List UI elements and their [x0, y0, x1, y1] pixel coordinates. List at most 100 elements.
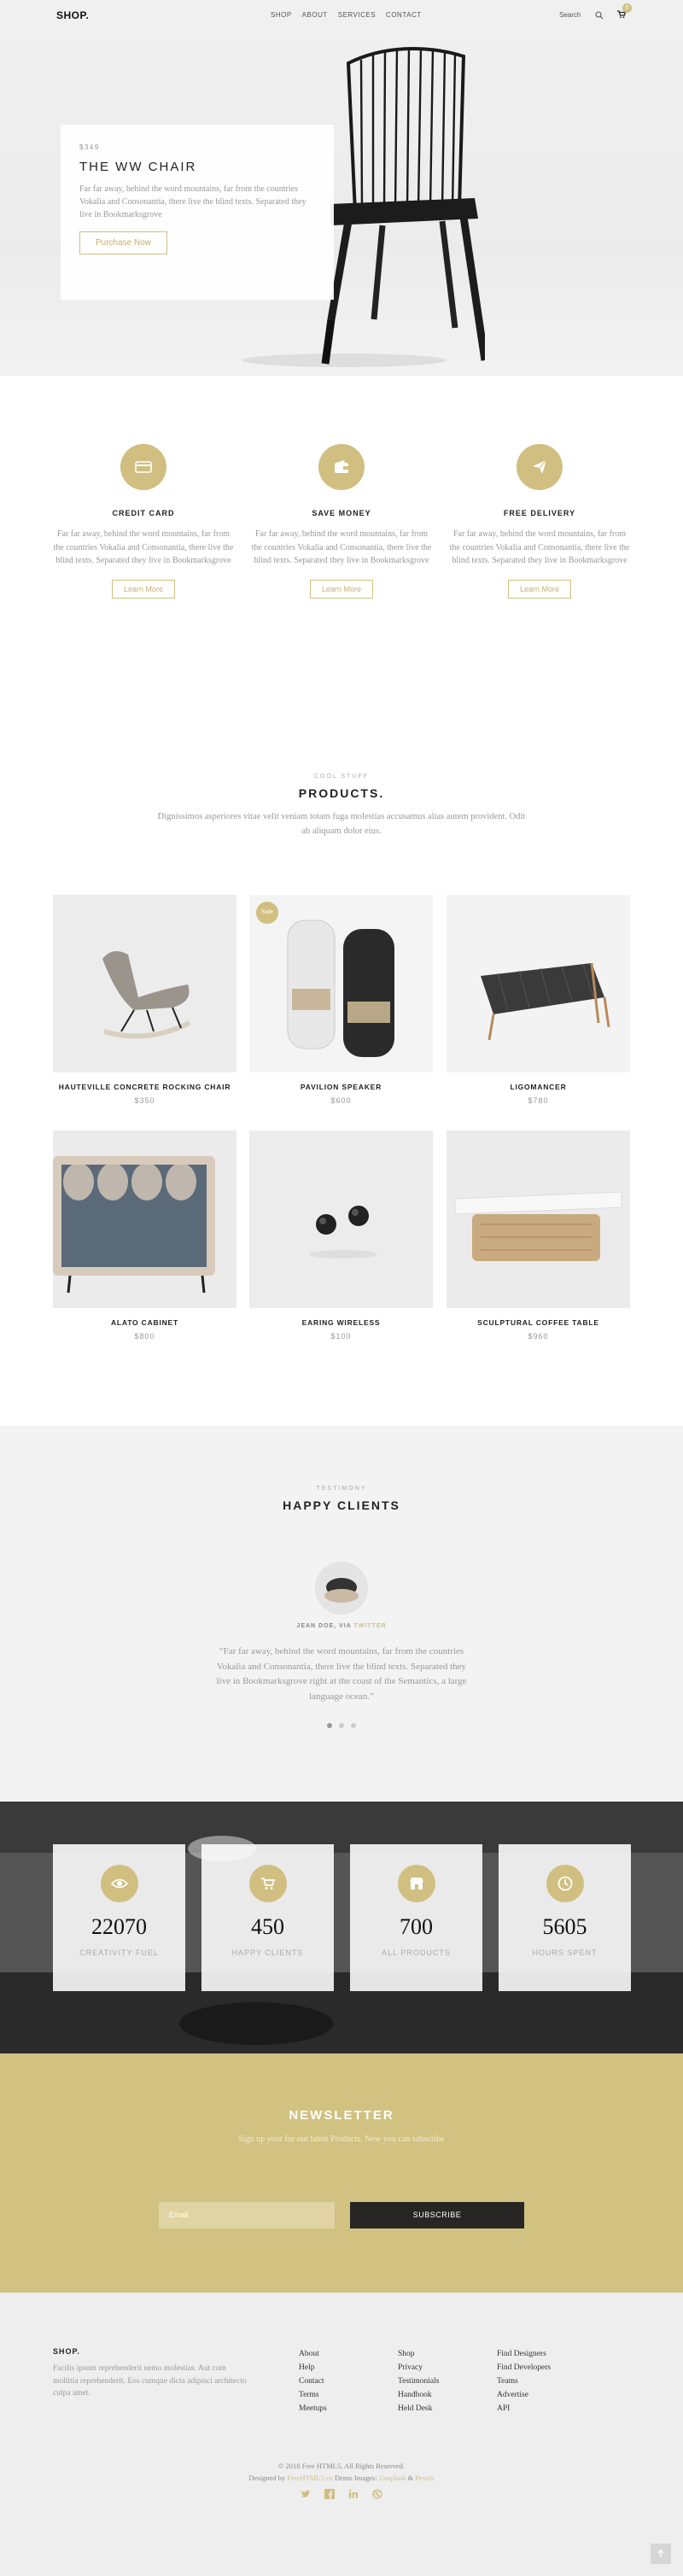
product-name[interactable]: ALATO CABINET: [53, 1318, 236, 1327]
top-navbar: SHOP. SHOP ABOUT SERVICES CONTACT Search…: [0, 0, 683, 34]
product-card[interactable]: Sale PAVILION SPEAKER $600: [249, 895, 433, 1105]
footer-link[interactable]: Testimonials: [398, 2374, 439, 2388]
dribbble-icon[interactable]: [372, 2489, 382, 2505]
product-card[interactable]: EARING WIRELESS $100: [249, 1130, 433, 1341]
counter-value: 22070: [91, 1914, 147, 1939]
unsplash-link[interactable]: Unsplash: [379, 2474, 406, 2482]
learn-more-button[interactable]: Learn More: [507, 579, 572, 599]
product-name[interactable]: HAUTEVILLE CONCRETE ROCKING CHAIR: [53, 1083, 236, 1091]
pexels-link[interactable]: Pexels: [415, 2474, 434, 2482]
linkedin-icon[interactable]: [348, 2489, 359, 2505]
menu-item-shop[interactable]: SHOP: [271, 11, 292, 19]
product-name[interactable]: EARING WIRELESS: [249, 1318, 433, 1327]
product-name[interactable]: LIGOMANCER: [447, 1083, 630, 1091]
wallet-icon: [318, 444, 365, 490]
feature-credit-card: CREDIT CARD Far far away, behind the wor…: [44, 444, 242, 599]
coffee-table-image: [454, 1191, 622, 1261]
feature-text: Far far away, behind the word mountains,…: [449, 529, 630, 565]
footer-link[interactable]: Advertise: [497, 2388, 551, 2402]
carousel-dot[interactable]: [351, 1723, 356, 1729]
search-input[interactable]: Search: [559, 11, 581, 19]
paper-plane-icon: [517, 444, 563, 490]
product-price: $800: [134, 1332, 155, 1341]
footer-link[interactable]: Held Desk: [398, 2402, 439, 2415]
footer-links-col3: Find Designers Find Developers Teams Adv…: [497, 2347, 551, 2415]
product-name[interactable]: SCULPTURAL COFFEE TABLE: [447, 1318, 630, 1327]
product-price: $350: [134, 1096, 155, 1105]
footer-link[interactable]: Contact: [299, 2374, 327, 2388]
footer-link[interactable]: Find Designers: [497, 2347, 551, 2361]
author-name: JEAN DOE, VIA: [296, 1623, 352, 1629]
menu-item-about[interactable]: ABOUT: [302, 11, 328, 19]
product-card[interactable]: ALATO CABINET $800: [53, 1130, 236, 1341]
footer: SHOP. Facilis ipsum reprehenderit nemo m…: [0, 2293, 683, 2576]
footer-link[interactable]: Shop: [398, 2347, 439, 2361]
footer-link[interactable]: Terms: [299, 2388, 327, 2402]
product-image[interactable]: Sale: [249, 895, 433, 1072]
designed-by-label: Designed by: [248, 2474, 286, 2482]
footer-link[interactable]: About: [299, 2347, 327, 2361]
footer-link[interactable]: Teams: [497, 2374, 551, 2388]
facebook-icon[interactable]: [324, 2489, 335, 2505]
footer-link[interactable]: API: [497, 2402, 551, 2415]
footer-logo[interactable]: SHOP.: [53, 2347, 80, 2356]
footer-links-col2: Shop Privacy Testimonials Handbook Held …: [398, 2347, 439, 2415]
footer-link[interactable]: Meetups: [299, 2402, 327, 2415]
feature-title: SAVE MONEY: [312, 509, 371, 517]
cart-count-badge: 0: [622, 3, 632, 13]
twitter-icon[interactable]: [301, 2489, 311, 2505]
site-logo[interactable]: SHOP.: [56, 9, 89, 21]
learn-more-button[interactable]: Learn More: [111, 579, 176, 599]
credits-line: Designed by FreeHTML5.co Demo Images: Un…: [0, 2472, 683, 2484]
back-to-top-button[interactable]: [651, 2544, 671, 2564]
products-eyebrow: COOL STUFF: [313, 774, 370, 780]
author-link[interactable]: TWITTER: [353, 1623, 386, 1629]
demo-images-label: Demo Images:: [334, 2474, 377, 2482]
purchase-now-button[interactable]: Purchase Now: [79, 231, 168, 254]
credit-card-icon: [120, 444, 166, 490]
designer-link[interactable]: FreeHTML5.co: [287, 2474, 333, 2482]
product-image[interactable]: [53, 1130, 236, 1308]
clock-icon: [546, 1865, 584, 1902]
footer-link[interactable]: Handbook: [398, 2388, 439, 2402]
product-price: $960: [528, 1332, 549, 1341]
counter-creativity-fuel: 22070 CREATIVITY FUEL: [53, 1844, 185, 1991]
alato-cabinet-image: [53, 1156, 215, 1294]
counter-value: 450: [251, 1914, 284, 1939]
product-image[interactable]: [249, 1130, 433, 1308]
newsletter-subtitle: Sign up your for our latest Products. No…: [238, 2135, 445, 2144]
social-links: [0, 2489, 683, 2505]
shop-icon: [397, 1865, 435, 1902]
product-card[interactable]: HAUTEVILLE CONCRETE ROCKING CHAIR $350: [53, 895, 236, 1105]
avatar: [315, 1562, 368, 1615]
product-name[interactable]: PAVILION SPEAKER: [249, 1083, 433, 1091]
product-image[interactable]: [447, 1130, 630, 1308]
product-price: $100: [330, 1332, 352, 1341]
feature-title: CREDIT CARD: [112, 509, 175, 517]
menu-item-contact[interactable]: CONTACT: [386, 11, 422, 19]
subscribe-button[interactable]: SUBSCRIBE: [350, 2202, 524, 2228]
hero-price: $349: [79, 143, 100, 151]
counter-value: 5605: [542, 1914, 587, 1939]
feature-text: Far far away, behind the word mountains,…: [53, 529, 234, 565]
product-card[interactable]: SCULPTURAL COFFEE TABLE $960: [447, 1130, 630, 1341]
menu-item-services[interactable]: SERVICES: [338, 11, 376, 19]
pavilion-speaker-image: [287, 920, 394, 1057]
product-card[interactable]: LIGOMANCER $780: [447, 895, 630, 1105]
footer-link[interactable]: Help: [299, 2361, 327, 2374]
footer-link[interactable]: Privacy: [398, 2361, 439, 2374]
hero-text: Far far away, behind the word mountains,…: [79, 184, 306, 219]
carousel-dot[interactable]: [339, 1723, 344, 1729]
products-description: Dignissimos asperiores vitae velit venia…: [157, 812, 526, 836]
carousel-dot[interactable]: [327, 1723, 332, 1729]
rocking-chair-image: [102, 951, 191, 1039]
counter-hours-spent: 5605 HOURS SPENT: [499, 1844, 631, 1991]
footer-link[interactable]: Find Developers: [497, 2361, 551, 2374]
testimony-title: HAPPY CLIENTS: [283, 1498, 400, 1512]
copyright: © 2018 Free HTML5. All Rights Reserved. …: [0, 2460, 683, 2484]
learn-more-button[interactable]: Learn More: [309, 579, 374, 599]
product-image[interactable]: [53, 895, 236, 1072]
search-icon[interactable]: [595, 10, 604, 26]
product-image[interactable]: [447, 895, 630, 1072]
email-field[interactable]: Email: [159, 2202, 335, 2228]
